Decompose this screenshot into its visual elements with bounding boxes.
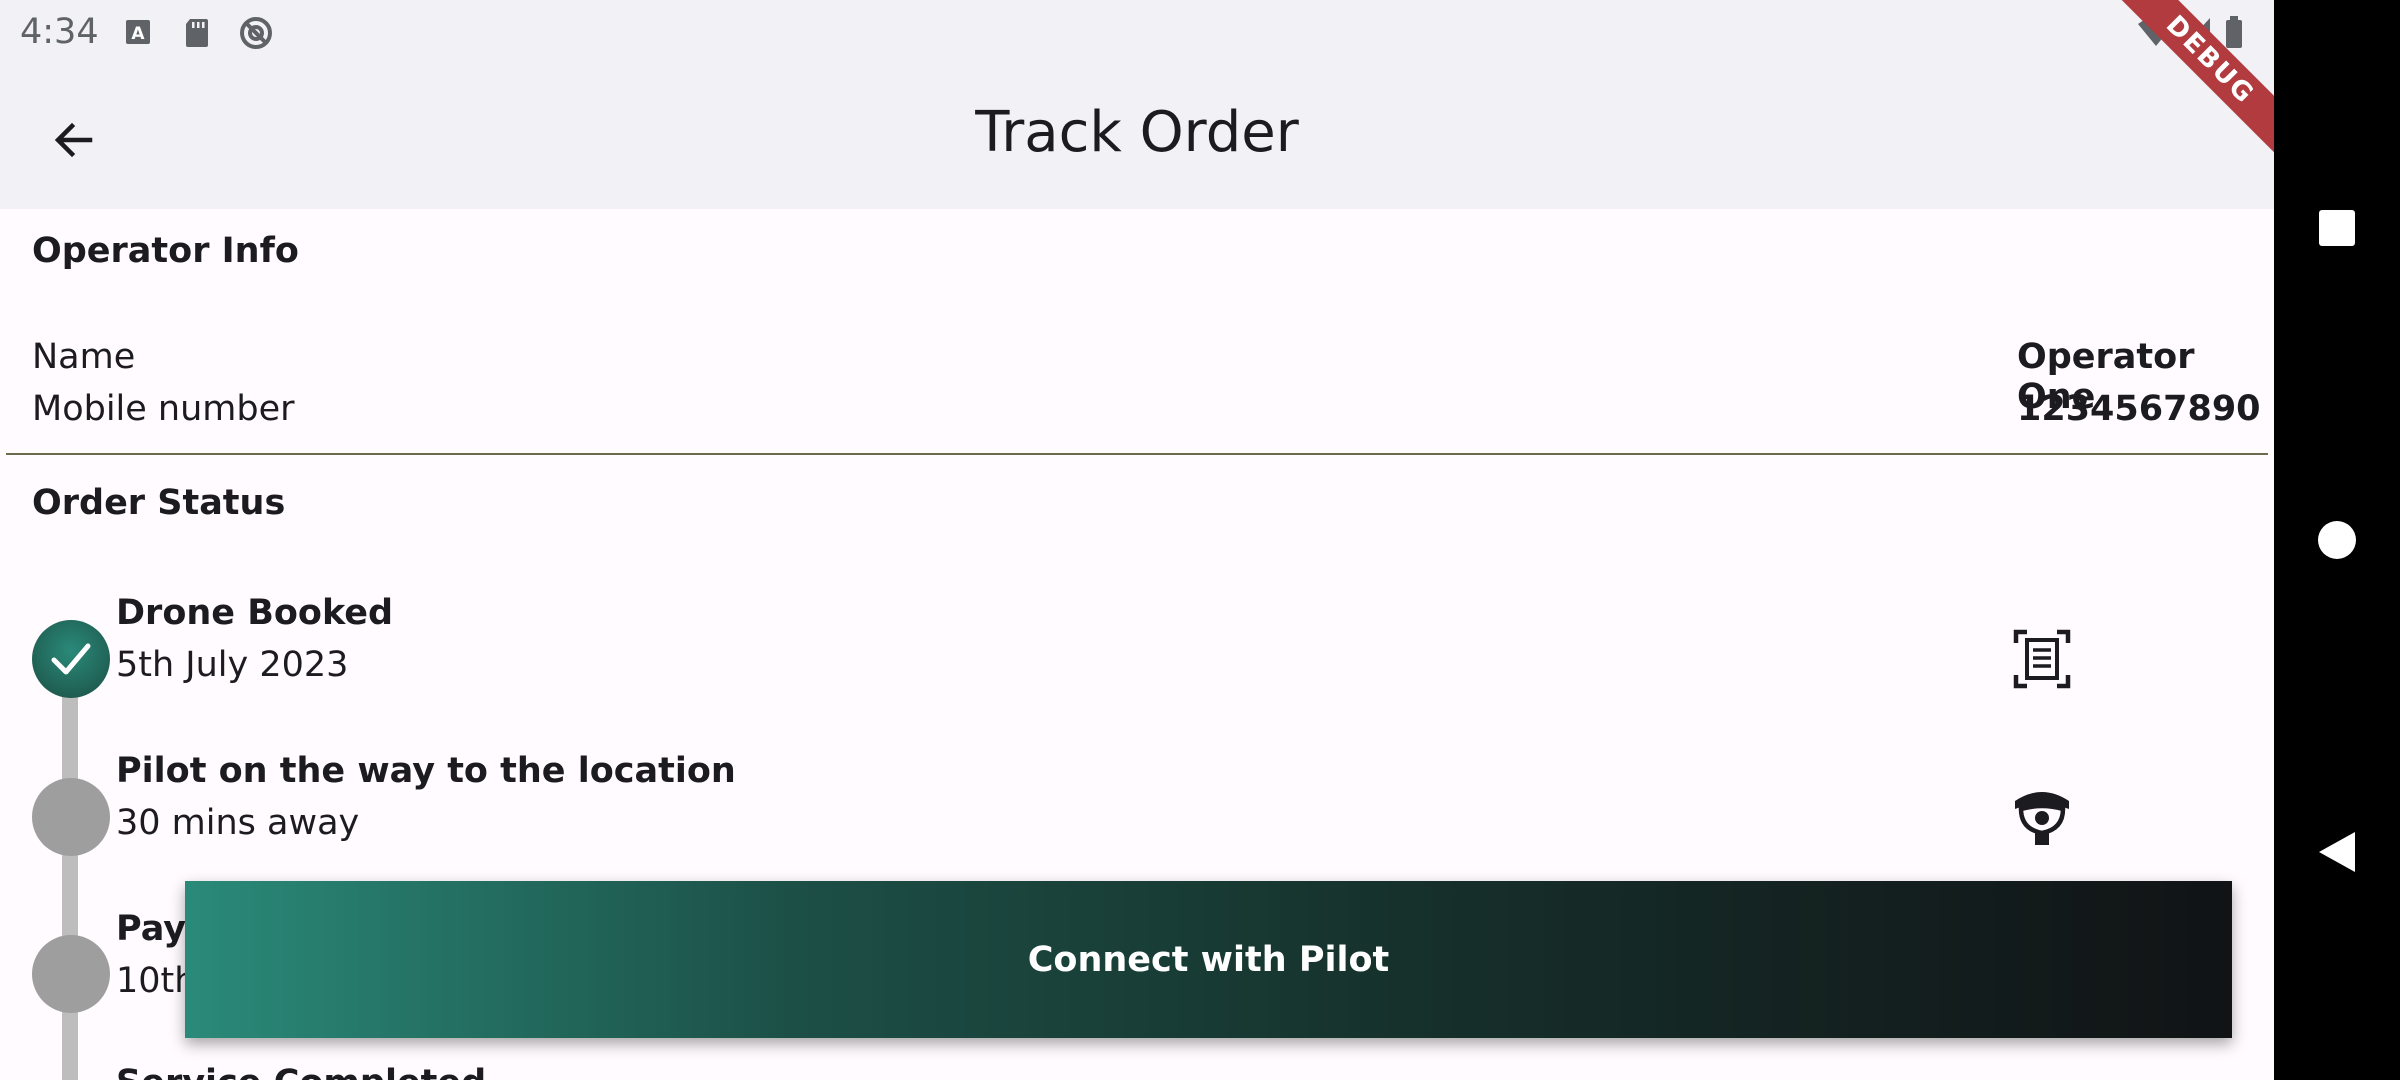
svg-text:A: A: [131, 24, 145, 44]
step-pending-indicator: [32, 935, 110, 1013]
mobile-number-value: 1234567890: [2017, 389, 2261, 429]
step-subtitle-drone-booked: 5th July 2023: [116, 645, 349, 685]
status-bar: 4:34 A: [0, 0, 2274, 64]
home-button[interactable]: [2274, 480, 2400, 600]
connect-with-pilot-label: Connect with Pilot: [1027, 939, 1390, 980]
step-title-drone-booked: Drone Booked: [116, 593, 394, 633]
system-back-button[interactable]: [2274, 792, 2400, 912]
back-triangle-icon: [2319, 832, 2355, 872]
operator-name-label: Name: [32, 337, 136, 377]
page-title: Track Order: [975, 100, 1299, 165]
timeline-connector: [62, 697, 78, 1080]
home-circle-icon: [2318, 521, 2356, 559]
drone-camera-icon: [2015, 792, 2069, 845]
section-divider: [6, 453, 2268, 455]
debug-banner: DEBUG: [2114, 0, 2274, 160]
operator-info-title: Operator Info: [32, 231, 299, 271]
sd-card-icon: [182, 16, 212, 48]
top-area: 4:34 A Track Order: [0, 0, 2274, 209]
text-a-icon: A: [124, 16, 154, 48]
order-status-title: Order Status: [32, 483, 286, 523]
receipt-scan-button[interactable]: [2010, 627, 2074, 691]
main-content: Operator Info Name Operator One Mobile n…: [0, 209, 2274, 1080]
status-time: 4:34: [20, 12, 99, 52]
step-subtitle-pilot-on-way: 30 mins away: [116, 803, 360, 843]
step-title-pilot-on-way: Pilot on the way to the location: [116, 751, 736, 791]
debug-label: DEBUG: [2114, 0, 2274, 160]
step-done-indicator: [32, 620, 110, 698]
do-not-disturb-icon: [236, 16, 276, 49]
step-title-service-completed: Service Completed: [116, 1063, 486, 1080]
app-bar: Track Order: [0, 64, 2274, 209]
receipt-scan-icon: [2013, 629, 2071, 689]
connect-with-pilot-button[interactable]: Connect with Pilot: [185, 881, 2232, 1038]
step-pending-indicator: [32, 778, 110, 856]
recents-button[interactable]: [2274, 168, 2400, 288]
mobile-number-label: Mobile number: [32, 389, 295, 429]
check-icon: [51, 643, 91, 675]
screen: 4:34 A Track Order DEBUG Operator Info N…: [0, 0, 2400, 1080]
recents-square-icon: [2319, 210, 2355, 246]
system-nav-bar: [2274, 0, 2400, 1080]
drone-camera-button[interactable]: [2010, 785, 2074, 849]
